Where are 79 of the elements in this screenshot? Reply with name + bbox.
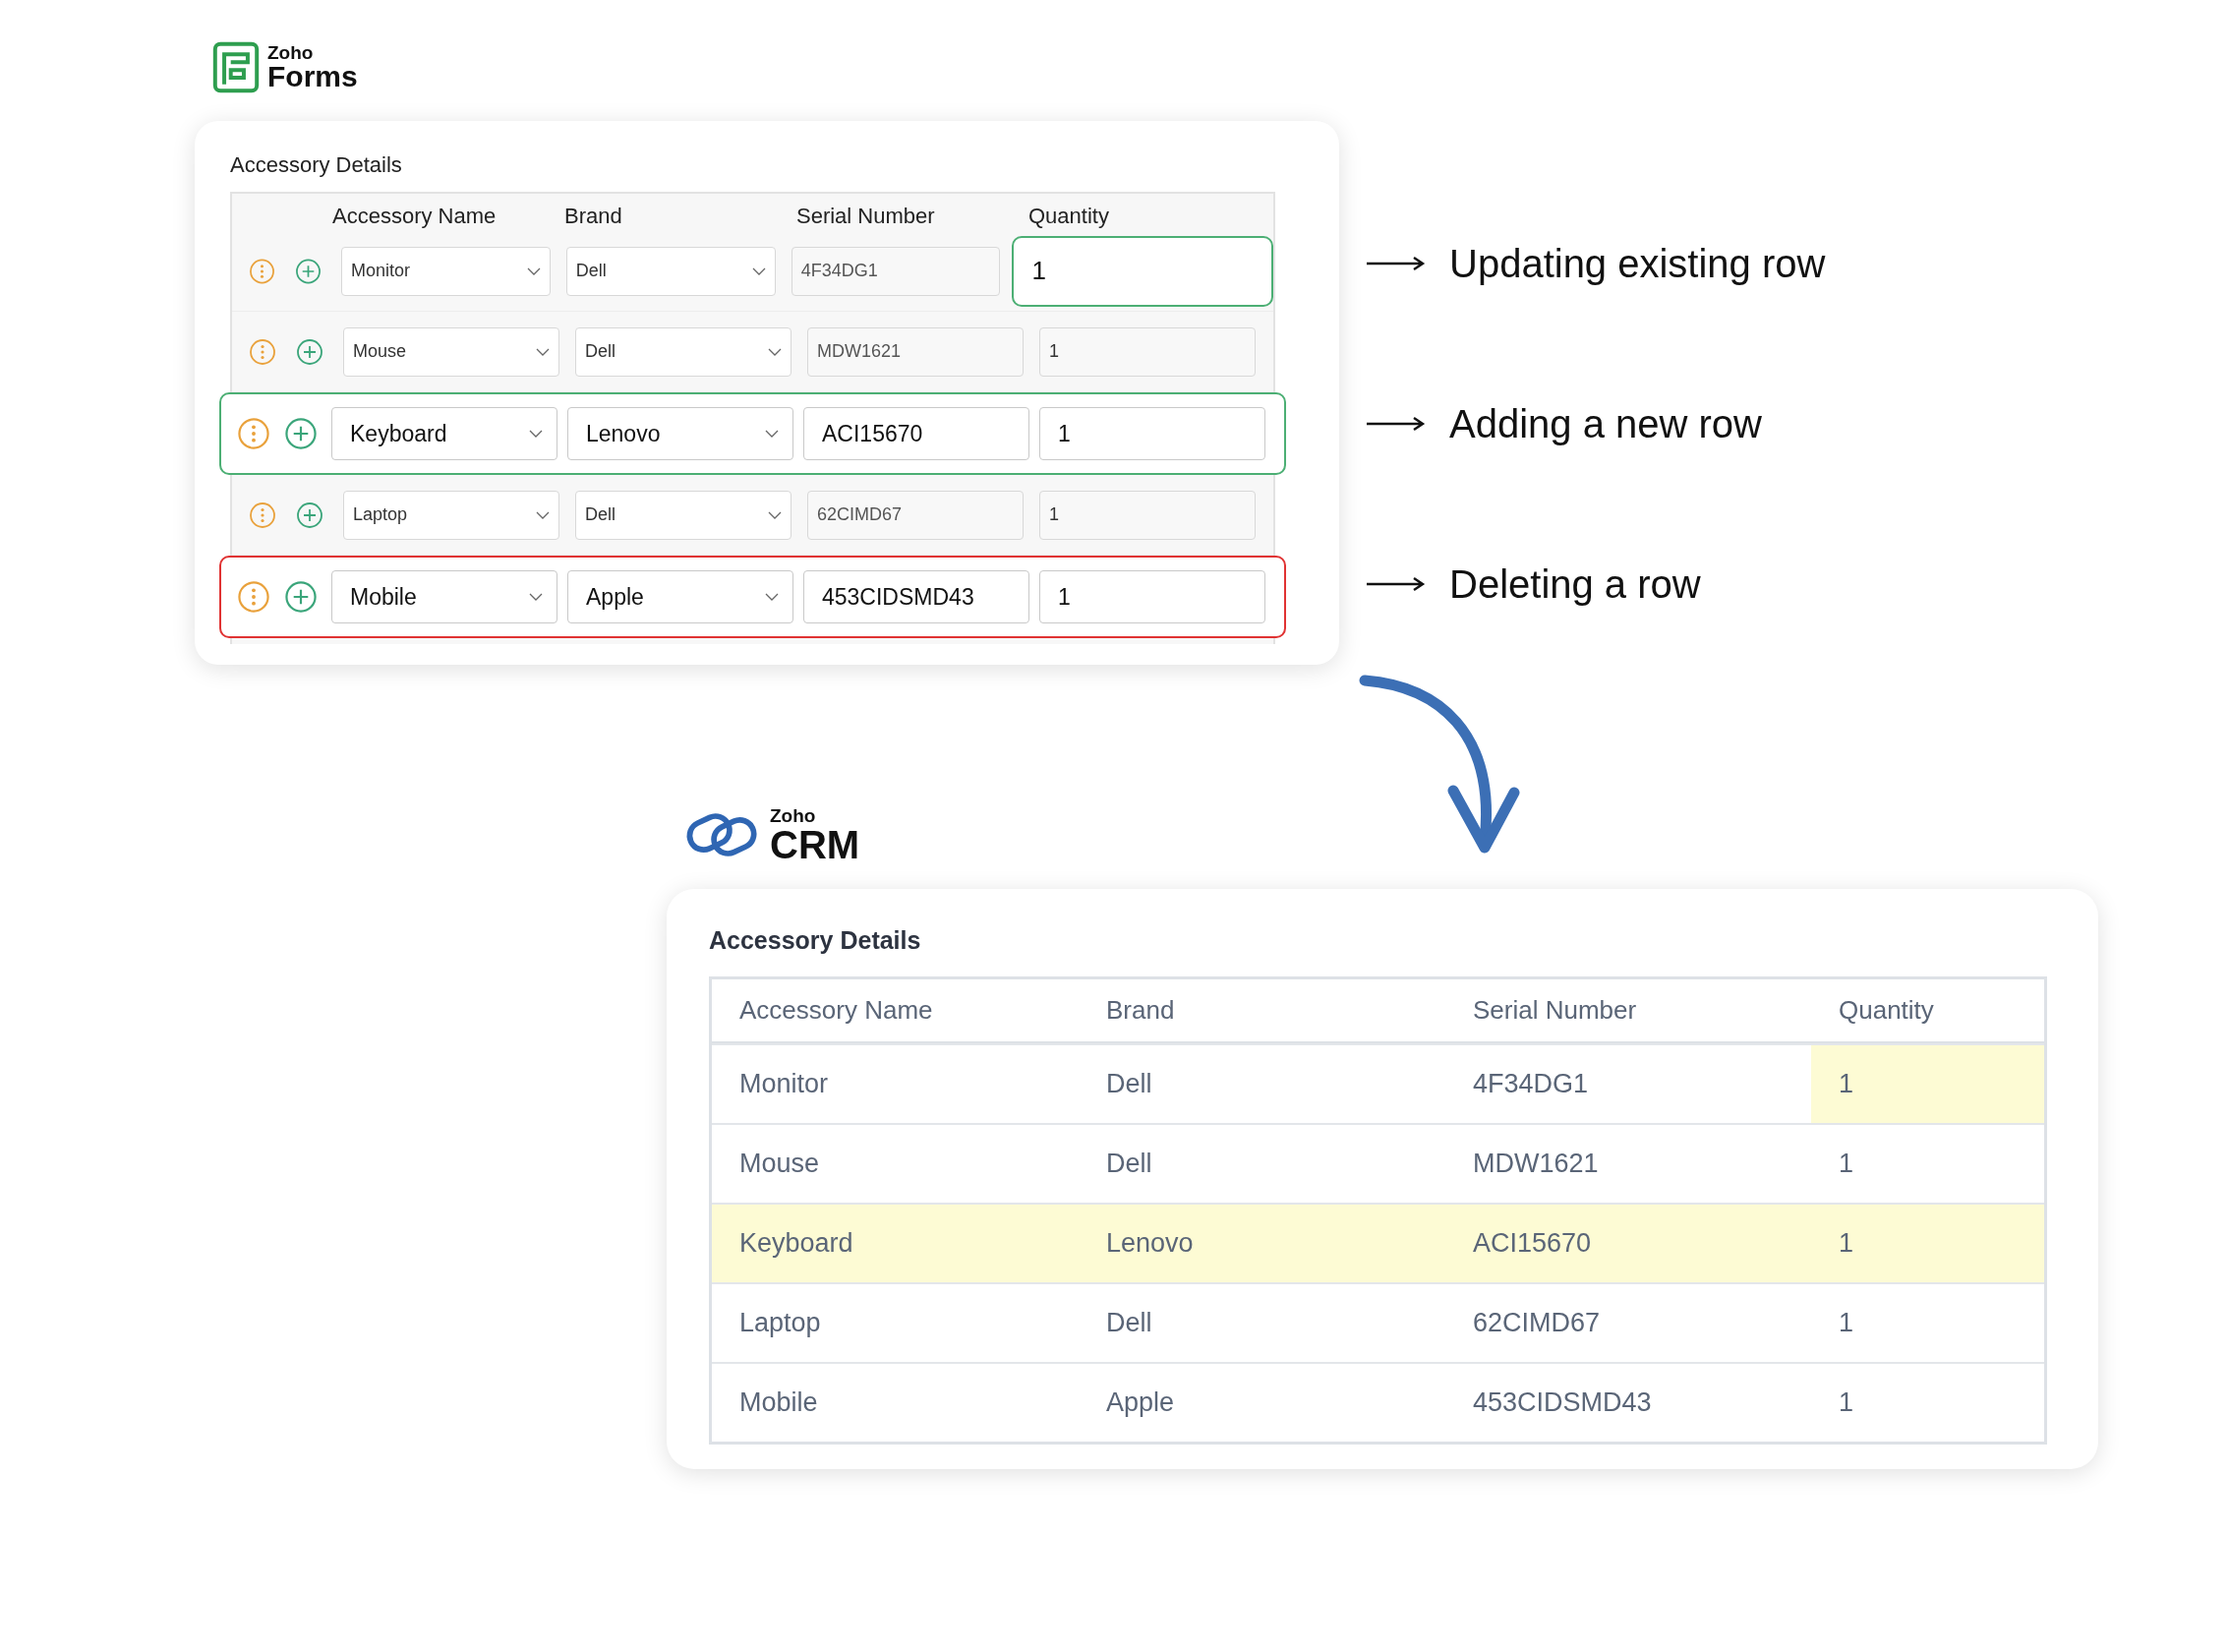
serial-number-field[interactable]: 4F34DG1 [791, 246, 1001, 296]
brand-dropdown[interactable]: Dell [565, 246, 776, 296]
table-cell-text: 4F34DG1 [1472, 1068, 1590, 1100]
chevron-down-icon [768, 510, 782, 519]
column-header: Quantity [1838, 994, 1935, 1027]
column-header: Serial Number [1472, 994, 1638, 1027]
column-header: Accessory Name [738, 994, 934, 1027]
more-options-icon[interactable] [249, 337, 276, 366]
annotation-label: Adding a new row [1449, 401, 1762, 446]
table-cell-text: MDW1621 [1472, 1148, 1600, 1180]
serial-number-field[interactable]: MDW1621 [807, 326, 1024, 377]
quantity-field[interactable]: 1 [1039, 490, 1256, 540]
brand-dropdown[interactable]: Lenovo [567, 407, 793, 460]
add-row-icon[interactable] [284, 580, 318, 614]
chevron-down-icon [529, 430, 543, 438]
annotation-label: Deleting a row [1449, 561, 1701, 607]
more-options-icon[interactable] [237, 580, 270, 614]
chevron-down-icon [529, 593, 543, 601]
table-cell: Keyboard [712, 1205, 1079, 1282]
table-cell-text: Mobile [738, 1386, 819, 1419]
table-cell: Lenovo [1079, 1205, 1445, 1282]
table-cell-text: 1 [1838, 1307, 1855, 1339]
accessory-dropdown[interactable]: Keyboard [331, 407, 557, 460]
logo-product: Forms [267, 61, 358, 91]
table-cell-text: Dell [1105, 1307, 1153, 1339]
logo-brand: Zoho [267, 42, 315, 62]
column-header: Brand [1105, 994, 1176, 1027]
brand-dropdown[interactable]: Dell [575, 490, 792, 540]
add-row-icon[interactable] [295, 257, 322, 285]
table-cell: 1 [1811, 1045, 2044, 1123]
chevron-down-icon [768, 347, 782, 356]
table-cell-text: Monitor [738, 1068, 830, 1100]
chevron-down-icon [536, 347, 550, 356]
quantity-field[interactable]: 1 [1039, 326, 1256, 377]
accessory-dropdown[interactable]: Monitor [341, 246, 551, 296]
chevron-down-icon [536, 510, 550, 519]
quantity-field[interactable]: 1 [1039, 407, 1265, 460]
section-title: Accessory Details [709, 926, 922, 955]
column-header: Serial Number [796, 204, 936, 230]
quantity-field[interactable]: 1 [1012, 235, 1274, 307]
brand-dropdown[interactable]: Dell [575, 326, 792, 377]
table-cell-text: Dell [1105, 1068, 1153, 1100]
column-header: Brand [564, 204, 623, 230]
table-cell: ACI15670 [1445, 1205, 1811, 1282]
more-options-icon[interactable] [237, 417, 270, 450]
add-row-icon[interactable] [296, 337, 323, 366]
column-header: Quantity [1028, 204, 1110, 230]
logo-product: CRM [770, 824, 860, 864]
annotation-label: Updating existing row [1449, 241, 1826, 286]
add-row-icon[interactable] [296, 501, 323, 529]
serial-number-field[interactable]: 62CIMD67 [807, 490, 1024, 540]
chevron-down-icon [765, 430, 779, 438]
forms-logo-icon [212, 40, 260, 93]
logo-brand: Zoho [770, 805, 817, 825]
table-cell-text: 453CIDSMD43 [1472, 1386, 1653, 1419]
accessory-dropdown[interactable]: Laptop [343, 490, 559, 540]
more-options-icon[interactable] [249, 501, 276, 529]
chevron-down-icon [526, 266, 541, 275]
serial-number-field[interactable]: ACI15670 [803, 407, 1029, 460]
accessory-dropdown[interactable]: Mobile [331, 570, 557, 623]
chevron-down-icon [751, 266, 766, 275]
table-cell-text: 1 [1838, 1386, 1855, 1419]
table-cell-text: Dell [1105, 1148, 1153, 1180]
quantity-field[interactable]: 1 [1039, 570, 1265, 623]
table-cell-text: 1 [1838, 1148, 1855, 1180]
section-title: Accessory Details [230, 152, 403, 178]
table-cell-text: Laptop [738, 1307, 822, 1339]
table-cell-text: Apple [1105, 1386, 1176, 1419]
more-options-icon[interactable] [249, 257, 275, 285]
accessory-dropdown[interactable]: Mouse [343, 326, 559, 377]
serial-number-field[interactable]: 453CIDSMD43 [803, 570, 1029, 623]
crm-logo-icon [685, 811, 760, 858]
table-cell: 1 [1811, 1205, 2044, 1282]
table-cell-text: Mouse [738, 1148, 821, 1180]
brand-dropdown[interactable]: Apple [567, 570, 793, 623]
chevron-down-icon [765, 593, 779, 601]
add-row-icon[interactable] [284, 417, 318, 450]
column-header: Accessory Name [332, 204, 498, 230]
table-cell-text: 62CIMD67 [1472, 1307, 1602, 1339]
